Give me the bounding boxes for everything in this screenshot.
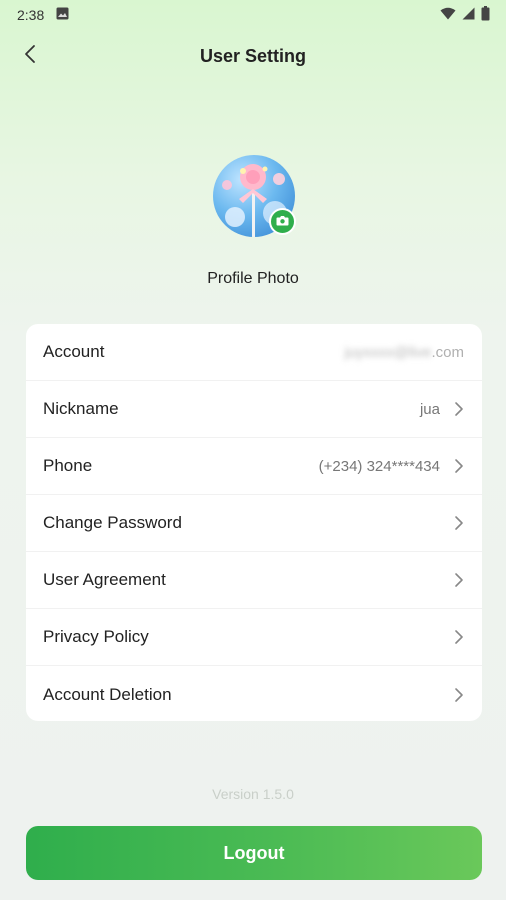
account-deletion-row[interactable]: Account Deletion	[26, 666, 482, 721]
account-value-obscured: juyxxxx@live	[344, 343, 432, 361]
profile-photo-label: Profile Photo	[207, 270, 299, 287]
profile-photo[interactable]	[213, 155, 296, 237]
image-notification-icon	[56, 7, 69, 23]
settings-card: Account juyxxxx@live.com Nickname jua Ph…	[26, 324, 482, 721]
account-label: Account	[43, 342, 105, 361]
header: User Setting	[0, 36, 506, 76]
privacy-policy-row[interactable]: Privacy Policy	[26, 609, 482, 666]
phone-value: (+234) 324****434	[318, 457, 440, 475]
wifi-icon	[440, 7, 456, 23]
nickname-row[interactable]: Nickname jua	[26, 381, 482, 438]
nickname-value: jua	[419, 400, 440, 418]
chevron-right-icon	[454, 401, 464, 417]
user-agreement-row[interactable]: User Agreement	[26, 552, 482, 609]
phone-value-group: (+234) 324****434	[319, 458, 464, 475]
page-title: User Setting	[199, 45, 307, 66]
account-deletion-label: Account Deletion	[43, 684, 172, 704]
status-right	[440, 6, 490, 24]
status-left: 2:38	[17, 7, 69, 23]
logout-button[interactable]: Logout	[26, 826, 482, 880]
change-password-row[interactable]: Change Password	[26, 495, 482, 552]
change-password-label: Change Password	[43, 513, 182, 532]
account-row: Account juyxxxx@live.com	[26, 324, 482, 381]
nickname-value-group: jua	[420, 401, 464, 418]
chevron-right-icon	[454, 687, 464, 703]
account-value: juyxxxx@live.com	[345, 344, 464, 361]
chevron-right-icon	[454, 458, 464, 474]
version-text: Version 1.5.0	[212, 786, 294, 802]
account-value-group: juyxxxx@live.com	[345, 344, 464, 361]
status-bar: 2:38	[0, 0, 506, 30]
chevron-right-icon	[454, 515, 464, 531]
change-password-arrow-group	[454, 515, 464, 531]
chevron-right-icon	[454, 572, 464, 588]
privacy-policy-label: Privacy Policy	[43, 627, 149, 646]
signal-icon	[462, 7, 475, 23]
status-time: 2:38	[17, 7, 45, 23]
chevron-right-icon	[454, 629, 464, 645]
phone-row[interactable]: Phone (+234) 324****434	[26, 438, 482, 495]
battery-icon	[481, 6, 490, 24]
account-deletion-arrow-group	[454, 687, 464, 703]
account-value-domain: .com	[431, 343, 464, 361]
nickname-label: Nickname	[43, 399, 119, 418]
privacy-policy-arrow-group	[454, 629, 464, 645]
back-button[interactable]	[14, 40, 46, 72]
camera-icon	[276, 213, 289, 231]
camera-button[interactable]	[269, 208, 296, 235]
chevron-left-icon	[24, 44, 36, 69]
user-agreement-arrow-group	[454, 572, 464, 588]
user-agreement-label: User Agreement	[43, 570, 166, 589]
phone-label: Phone	[43, 456, 93, 475]
